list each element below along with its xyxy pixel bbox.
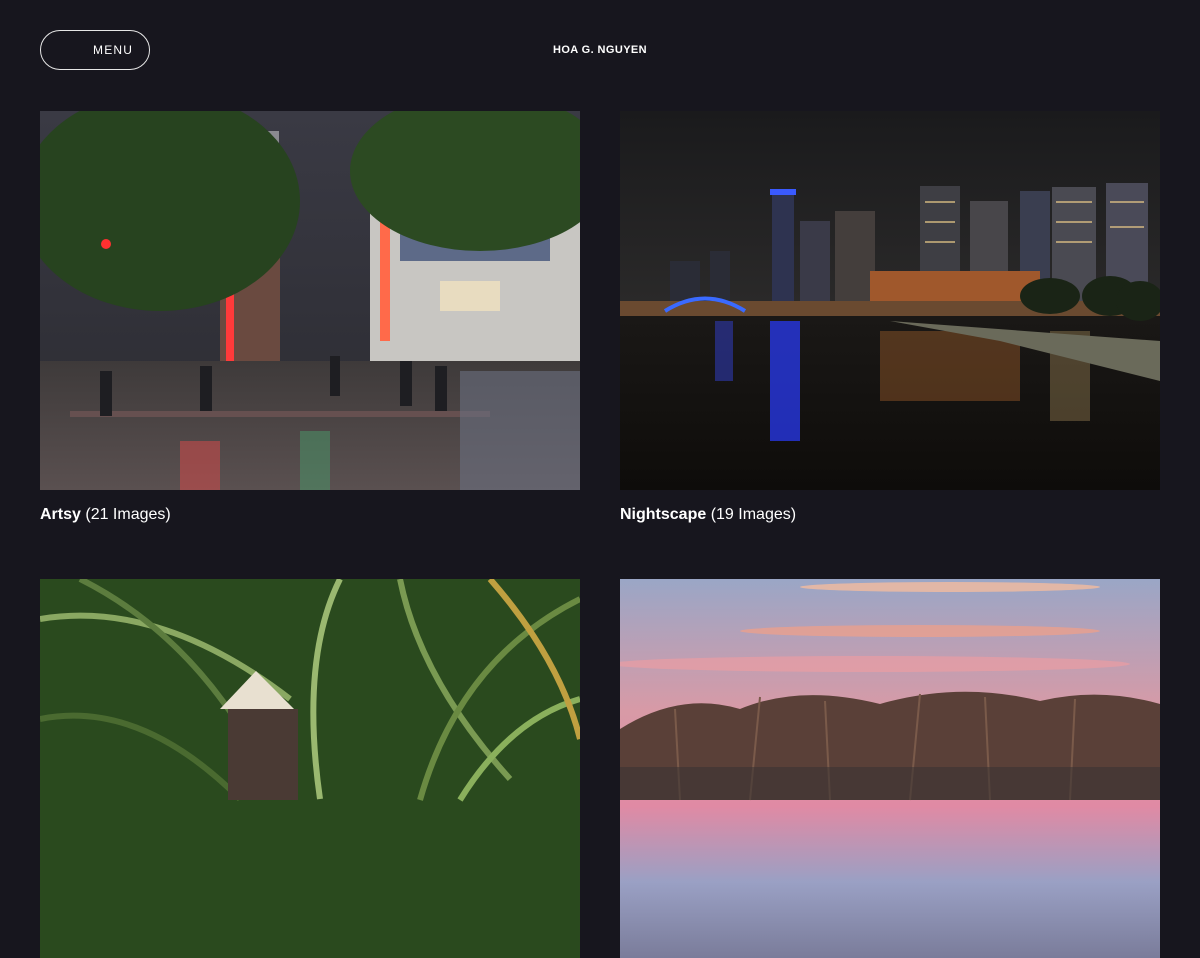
sunset-reeds-image bbox=[620, 579, 1160, 958]
gallery-name[interactable]: Nightscape bbox=[620, 506, 706, 523]
gallery-name[interactable]: Artsy bbox=[40, 506, 81, 523]
gallery-caption: Nightscape (19 Images) bbox=[620, 506, 1160, 524]
gallery-image-count: (21 Images) bbox=[85, 506, 171, 523]
site-title[interactable]: HOA G. NGUYEN bbox=[0, 44, 1200, 57]
gallery-caption: Artsy (21 Images) bbox=[40, 506, 580, 524]
gallery-thumbnail[interactable] bbox=[40, 111, 580, 490]
gallery-image-count: (19 Images) bbox=[710, 506, 797, 523]
gallery-card-3[interactable] bbox=[40, 579, 580, 958]
site-header: MENU HOA G. NGUYEN bbox=[0, 0, 1200, 100]
palm-garden-image bbox=[40, 579, 580, 958]
gallery-card-artsy[interactable]: Artsy (21 Images) bbox=[40, 111, 580, 524]
gallery-thumbnail[interactable] bbox=[620, 579, 1160, 958]
rainy-street-image bbox=[40, 111, 580, 490]
city-skyline-image bbox=[620, 111, 1160, 490]
gallery-card-4[interactable] bbox=[620, 579, 1160, 958]
gallery-thumbnail[interactable] bbox=[620, 111, 1160, 490]
gallery-thumbnail[interactable] bbox=[40, 579, 580, 958]
gallery-card-nightscape[interactable]: Nightscape (19 Images) bbox=[620, 111, 1160, 524]
